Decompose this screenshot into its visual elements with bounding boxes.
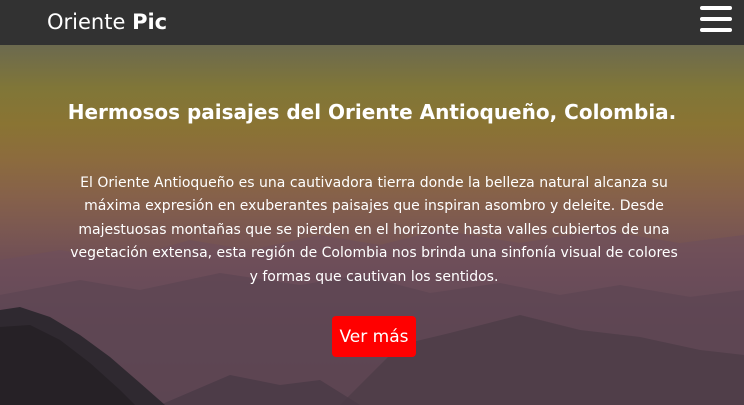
brand-logo[interactable]: Oriente Pic xyxy=(47,8,167,36)
hamburger-bar-top xyxy=(700,6,732,10)
ver-mas-button[interactable]: Ver más xyxy=(332,316,416,357)
hamburger-menu-icon[interactable] xyxy=(700,4,734,34)
hero-section: Hermosos paisajes del Oriente Antioqueño… xyxy=(0,45,744,405)
navbar: Oriente Pic xyxy=(0,0,744,45)
hamburger-bar-bottom xyxy=(700,28,732,32)
brand-name-regular: Oriente xyxy=(47,10,133,34)
hamburger-bar-middle xyxy=(700,17,732,21)
hero-title: Hermosos paisajes del Oriente Antioqueño… xyxy=(67,100,677,124)
hero-description: El Oriente Antioqueño es una cautivadora… xyxy=(70,175,678,285)
brand-name-bold: Pic xyxy=(132,10,168,34)
